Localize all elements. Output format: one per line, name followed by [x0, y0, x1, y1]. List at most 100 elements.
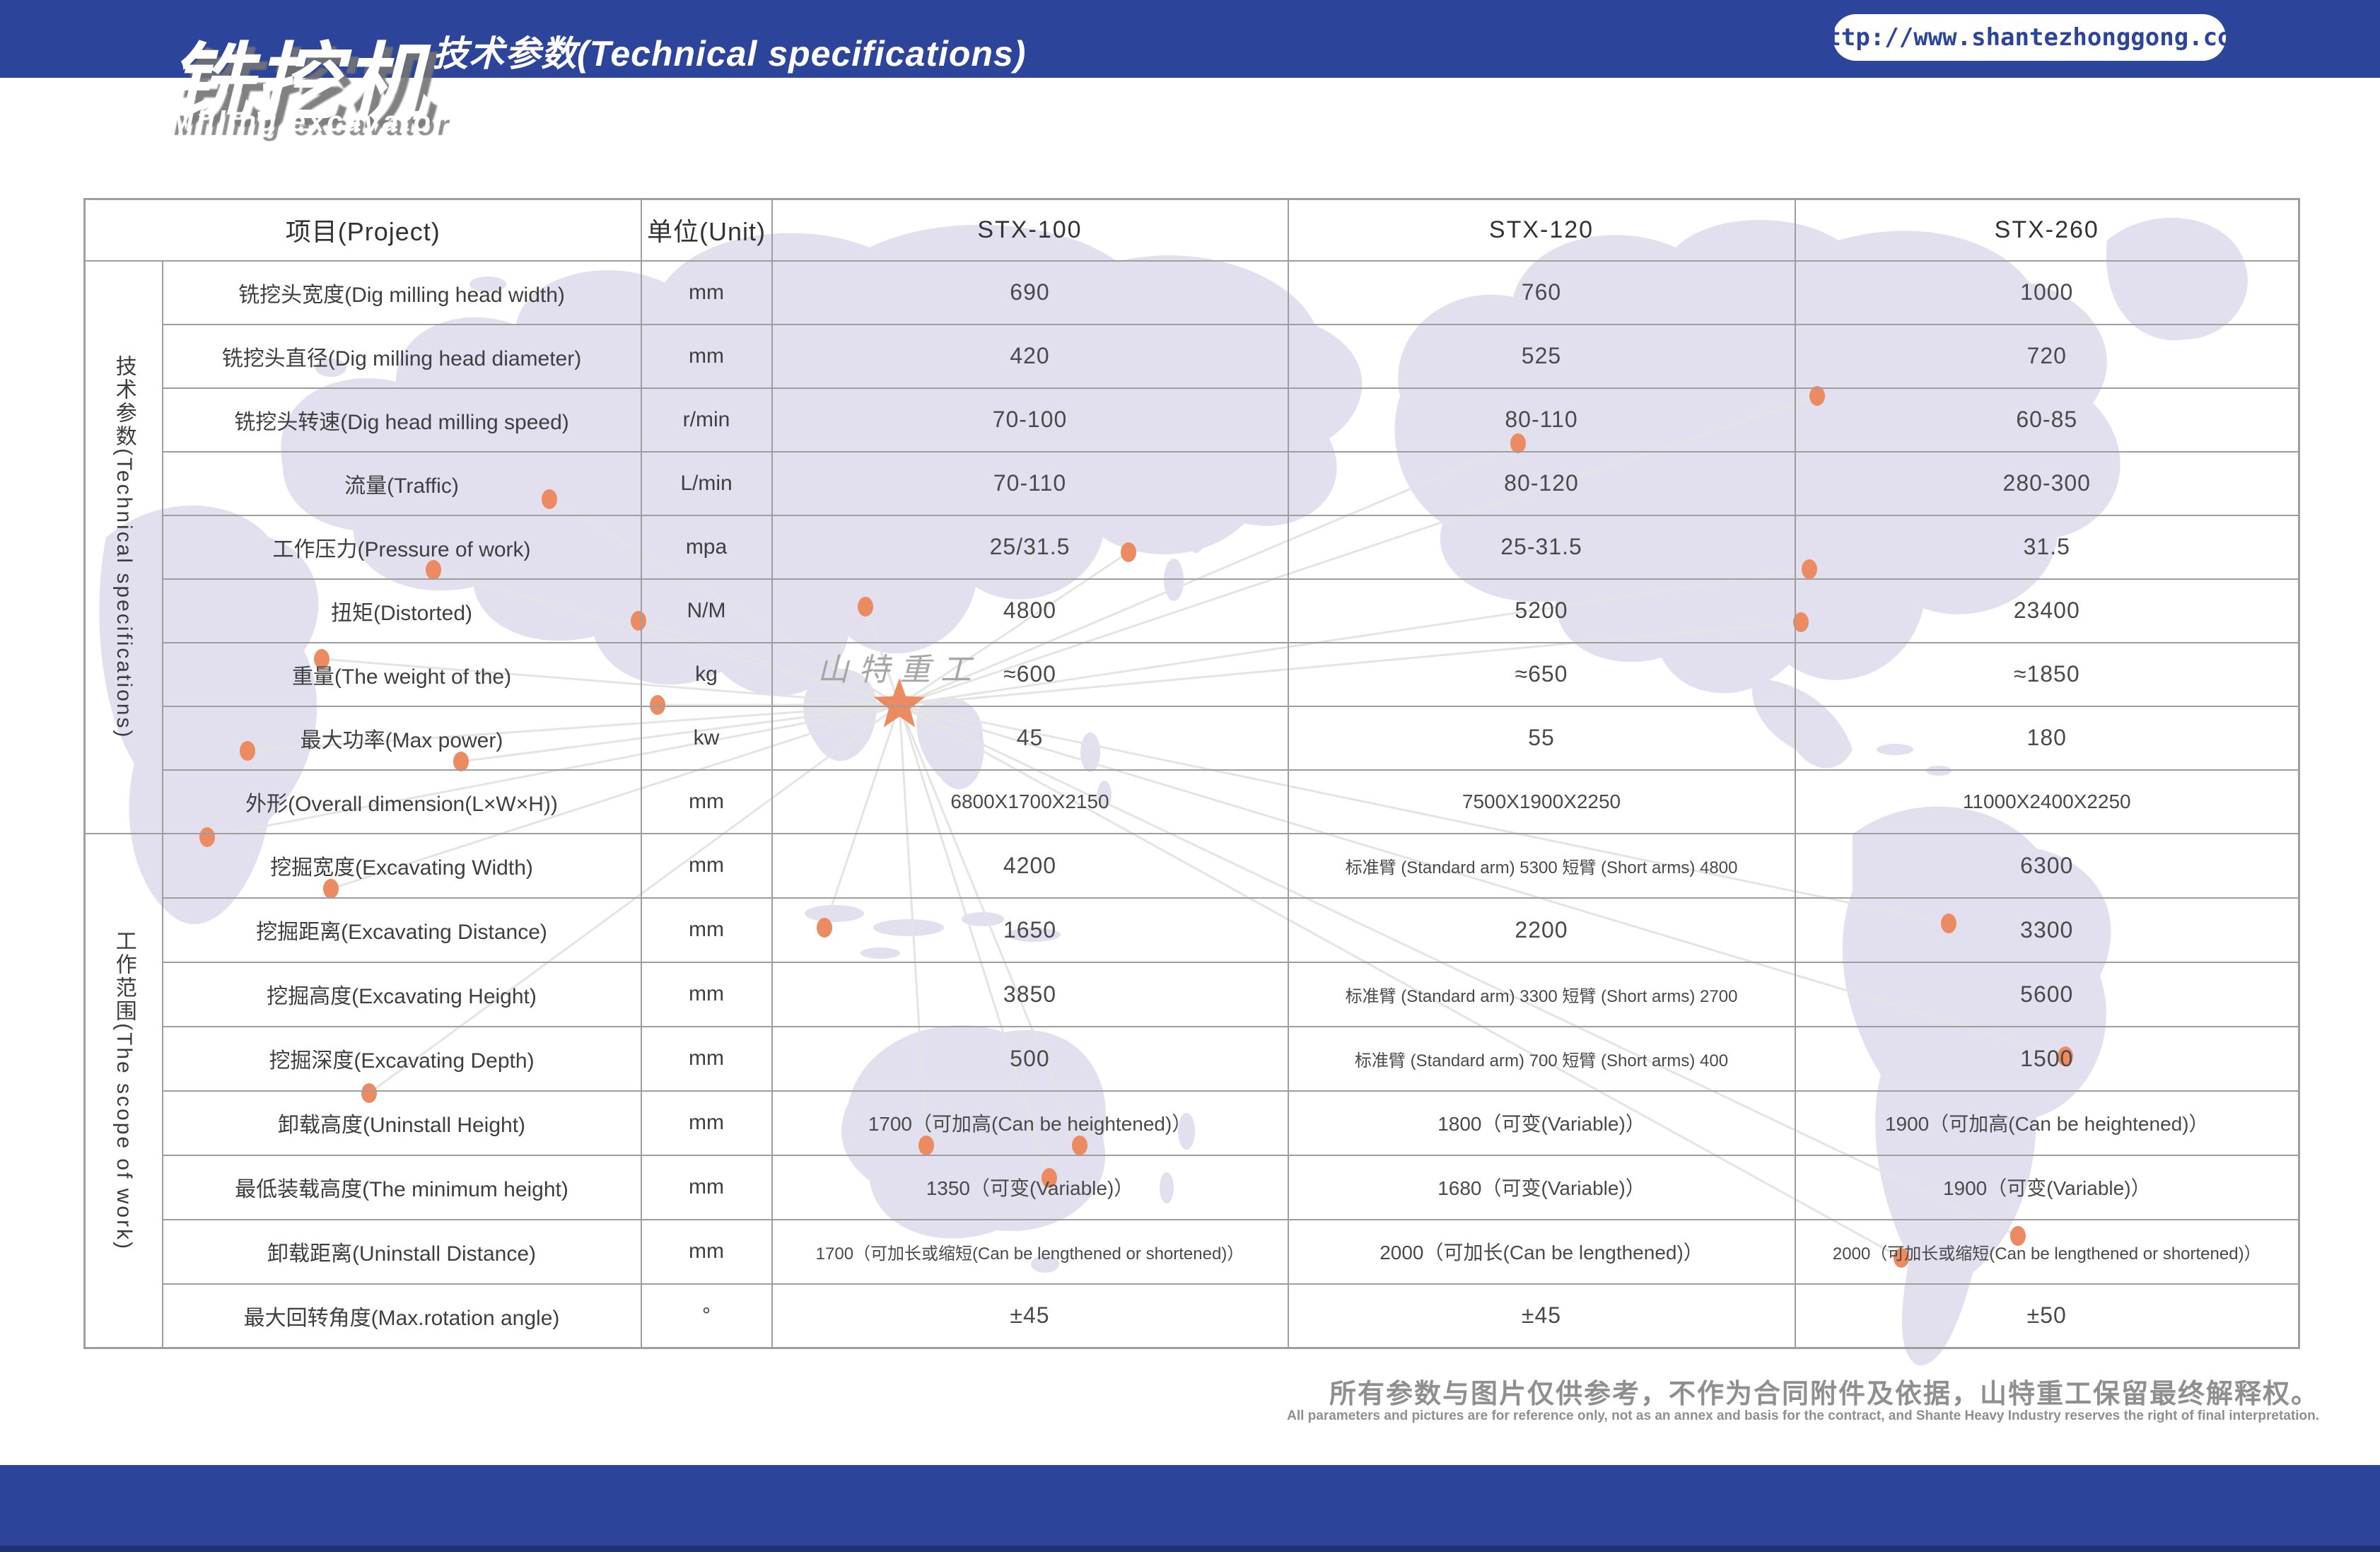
table-row: 重量(The weight of the)kg≈600≈650≈1850 [85, 643, 2299, 706]
row-label: 最低装载高度(The minimum height) [163, 1155, 641, 1220]
value-cell-stx-120: 80-110 [1288, 388, 1795, 452]
table-row: 外形(Overall dimension(L×W×H))mm6800X1700X… [85, 770, 2299, 834]
row-label: 扭矩(Distorted) [163, 579, 641, 643]
row-label: 最大回转角度(Max.rotation angle) [163, 1284, 641, 1348]
value-cell-stx-260: 1900（可加高(Can be heightened)） [1795, 1091, 2299, 1155]
value-cell-stx-100: ±45 [772, 1284, 1288, 1348]
value-cell-stx-100: 500 [772, 1027, 1288, 1091]
value-cell-stx-120: 1680（可变(Variable)） [1288, 1155, 1795, 1220]
value-cell-stx-100: 1700（可加长或缩短(Can be lengthened or shorten… [772, 1220, 1288, 1284]
table-row: 铣挖头直径(Dig milling head diameter)mm420525… [85, 325, 2299, 388]
unit-cell: kg [641, 643, 772, 706]
value-cell-stx-120: 2200 [1288, 898, 1795, 962]
row-label: 卸载高度(Uninstall Height) [163, 1091, 641, 1155]
value-cell-stx-120: 525 [1288, 325, 1795, 388]
value-cell-stx-100: 6800X1700X2150 [772, 770, 1288, 834]
row-label: 挖掘高度(Excavating Height) [163, 962, 641, 1027]
table-row: 卸载高度(Uninstall Height)mm1700（可加高(Can be … [85, 1091, 2299, 1155]
value-cell-stx-260: 720 [1795, 325, 2299, 388]
row-label: 铣挖头转速(Dig head milling speed) [163, 388, 641, 452]
group-label-1: 技术参数(Technical specifications) [85, 261, 163, 834]
value-cell-stx-260: 6300 [1795, 834, 2299, 898]
value-cell-stx-120: ≈650 [1288, 643, 1795, 706]
value-cell-stx-100: 3850 [772, 962, 1288, 1027]
column-header-unit: 单位(Unit) [641, 199, 772, 261]
footer-bar [0, 1465, 2380, 1552]
value-cell-stx-120: 标准臂 (Standard arm) 5300 短臂 (Short arms) … [1288, 834, 1795, 898]
row-label: 铣挖头直径(Dig milling head diameter) [163, 325, 641, 388]
value-cell-stx-260: 5600 [1795, 962, 2299, 1027]
website-url[interactable]: Http://www.shantezhonggong.com [1833, 14, 2226, 61]
unit-cell: mm [641, 1027, 772, 1091]
group-label-2: 工作范围(The scope of work) [85, 834, 163, 1348]
value-cell-stx-100: 420 [772, 325, 1288, 388]
spec-table-body: 项目(Project)单位(Unit)STX-100STX-120STX-260… [85, 199, 2299, 1348]
value-cell-stx-120: 55 [1288, 706, 1795, 770]
value-cell-stx-120: 80-120 [1288, 452, 1795, 515]
value-cell-stx-260: ≈1850 [1795, 643, 2299, 706]
unit-cell: mm [641, 261, 772, 325]
table-row: 工作压力(Pressure of work)mpa25/31.525-31.53… [85, 515, 2299, 579]
disclaimer-english: All parameters and pictures are for refe… [1287, 1408, 2319, 1424]
page-title: 技术参数(Technical specifications) [433, 25, 1026, 76]
row-label: 工作压力(Pressure of work) [163, 515, 641, 579]
value-cell-stx-100: 70-110 [772, 452, 1288, 515]
unit-cell: mpa [641, 515, 772, 579]
unit-cell: mm [641, 1155, 772, 1220]
row-label: 挖掘深度(Excavating Depth) [163, 1027, 641, 1091]
column-header-model-stx-100: STX-100 [772, 199, 1288, 261]
value-cell-stx-120: 7500X1900X2250 [1288, 770, 1795, 834]
row-label: 流量(Traffic) [163, 452, 641, 515]
column-header-project: 项目(Project) [85, 199, 641, 261]
table-row: 卸载距离(Uninstall Distance)mm1700（可加长或缩短(Ca… [85, 1220, 2299, 1284]
unit-cell: mm [641, 962, 772, 1027]
value-cell-stx-100: 1350（可变(Variable)） [772, 1155, 1288, 1220]
table-row: 最大功率(Max power)kw4555180 [85, 706, 2299, 770]
table-row: 挖掘深度(Excavating Depth)mm500标准臂 (Standard… [85, 1027, 2299, 1091]
value-cell-stx-120: ±45 [1288, 1284, 1795, 1348]
value-cell-stx-260: 60-85 [1795, 388, 2299, 452]
unit-cell: kw [641, 706, 772, 770]
value-cell-stx-120: 25-31.5 [1288, 515, 1795, 579]
unit-cell: mm [641, 1220, 772, 1284]
value-cell-stx-120: 2000（可加长(Can be lengthened)） [1288, 1220, 1795, 1284]
logo-english: Milling excavator [170, 106, 448, 138]
value-cell-stx-260: 2000（可加长或缩短(Can be lengthened or shorten… [1795, 1220, 2299, 1284]
value-cell-stx-120: 标准臂 (Standard arm) 700 短臂 (Short arms) 4… [1288, 1027, 1795, 1091]
unit-cell: mm [641, 834, 772, 898]
unit-cell: mm [641, 898, 772, 962]
row-label: 挖掘距离(Excavating Distance) [163, 898, 641, 962]
table-row: 扭矩(Distorted)N/M4800520023400 [85, 579, 2299, 643]
value-cell-stx-100: 4200 [772, 834, 1288, 898]
value-cell-stx-260: 31.5 [1795, 515, 2299, 579]
value-cell-stx-120: 1800（可变(Variable)） [1288, 1091, 1795, 1155]
row-label: 最大功率(Max power) [163, 706, 641, 770]
unit-cell: mm [641, 1091, 772, 1155]
unit-cell: N/M [641, 579, 772, 643]
table-row: 最低装载高度(The minimum height)mm1350（可变(Vari… [85, 1155, 2299, 1220]
row-label: 铣挖头宽度(Dig milling head width) [163, 261, 641, 325]
value-cell-stx-260: 3300 [1795, 898, 2299, 962]
row-label: 重量(The weight of the) [163, 643, 641, 706]
value-cell-stx-120: 5200 [1288, 579, 1795, 643]
value-cell-stx-120: 标准臂 (Standard arm) 3300 短臂 (Short arms) … [1288, 962, 1795, 1027]
value-cell-stx-260: 11000X2400X2250 [1795, 770, 2299, 834]
row-label: 外形(Overall dimension(L×W×H)) [163, 770, 641, 834]
value-cell-stx-100: 70-100 [772, 388, 1288, 452]
value-cell-stx-120: 760 [1288, 261, 1795, 325]
value-cell-stx-100: 1700（可加高(Can be heightened)） [772, 1091, 1288, 1155]
unit-cell: r/min [641, 388, 772, 452]
column-header-model-stx-120: STX-120 [1288, 199, 1795, 261]
footer-edge-line [0, 1546, 2380, 1552]
value-cell-stx-260: 180 [1795, 706, 2299, 770]
row-label: 挖掘宽度(Excavating Width) [163, 834, 641, 898]
unit-cell: mm [641, 770, 772, 834]
value-cell-stx-260: 280-300 [1795, 452, 2299, 515]
value-cell-stx-260: 1900（可变(Variable)） [1795, 1155, 2299, 1220]
row-label: 卸载距离(Uninstall Distance) [163, 1220, 641, 1284]
table-row: 挖掘距离(Excavating Distance)mm165022003300 [85, 898, 2299, 962]
column-header-model-stx-260: STX-260 [1795, 199, 2299, 261]
value-cell-stx-100: 4800 [772, 579, 1288, 643]
value-cell-stx-100: 25/31.5 [772, 515, 1288, 579]
value-cell-stx-260: 1000 [1795, 261, 2299, 325]
